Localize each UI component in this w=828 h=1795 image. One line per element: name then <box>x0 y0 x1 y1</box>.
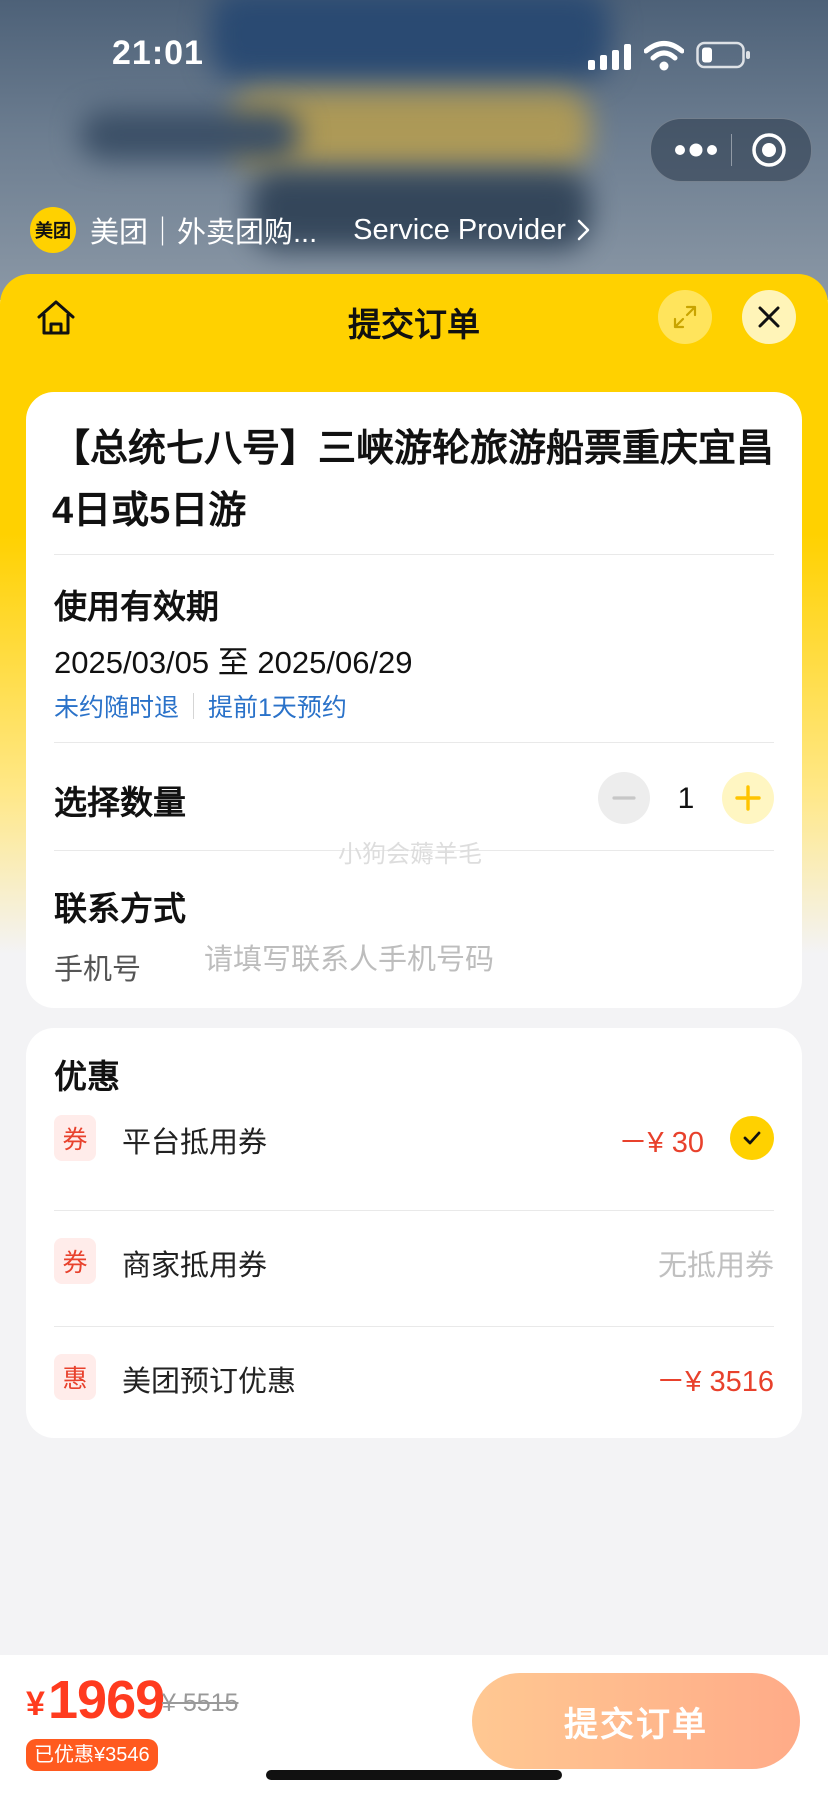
meituan-logo: 美团 <box>30 207 76 253</box>
cellular-signal-icon <box>588 44 631 70</box>
minus-icon <box>612 796 636 800</box>
discount-row-platform-coupon[interactable]: 券 平台抵用券 －¥ 30 <box>26 1086 802 1186</box>
offer-badge: 惠 <box>54 1354 96 1400</box>
discount-label: 平台抵用券 <box>122 1127 268 1159</box>
discount-value: －¥ 30 <box>618 1127 704 1159</box>
discount-label: 美团预订优惠 <box>122 1366 297 1398</box>
check-icon <box>743 1131 761 1145</box>
savings-badge: 已优惠¥3546 <box>26 1739 158 1771</box>
coupon-badge: 券 <box>54 1238 96 1284</box>
currency-symbol: ¥ <box>26 1685 45 1723</box>
status-bar: 21:01 <box>0 0 828 110</box>
chevron-right-icon <box>577 219 590 241</box>
quantity-value: 1 <box>677 782 695 815</box>
more-dots-icon[interactable] <box>667 132 725 168</box>
service-provider-link[interactable]: Service Provider <box>353 214 566 247</box>
expand-button[interactable] <box>658 290 712 344</box>
expand-icon <box>673 305 697 329</box>
provider-name: 美团｜外卖团购... <box>90 217 318 249</box>
original-price: ¥ 5515 <box>162 1689 239 1717</box>
divider <box>54 742 774 743</box>
discount-value: 无抵用券 <box>657 1250 774 1282</box>
sheet-header: 提交订单 <box>0 274 828 384</box>
policy-tags: 未约随时退 提前1天预约 <box>54 688 347 724</box>
quantity-label: 选择数量 <box>54 784 186 821</box>
battery-icon <box>696 41 750 69</box>
background-blur-shape <box>80 110 300 160</box>
status-time: 21:01 <box>112 34 204 72</box>
coupon-selected-check[interactable] <box>730 1116 774 1160</box>
phone-input[interactable] <box>204 936 744 984</box>
contact-label: 联系方式 <box>54 890 186 927</box>
tag-divider <box>193 693 195 719</box>
phone-label: 手机号 <box>54 954 142 986</box>
discounts-card: 优惠 券 平台抵用券 －¥ 30 券 商家抵用券 无抵用券 惠 美团预订优惠 －… <box>26 1028 802 1438</box>
refund-policy-tag[interactable]: 未约随时退 <box>54 688 179 724</box>
plus-icon <box>735 785 761 811</box>
wifi-icon <box>644 41 684 71</box>
close-icon <box>758 306 780 328</box>
discount-label: 商家抵用券 <box>122 1250 268 1282</box>
miniprogram-capsule <box>650 118 812 182</box>
discount-value: －¥ 3516 <box>656 1366 774 1398</box>
discount-row-booking-offer: 惠 美团预订优惠 －¥ 3516 <box>26 1326 802 1426</box>
order-details-card: 【总统七八号】三峡游轮旅游船票重庆宜昌4日或5日游 使用有效期 2025/03/… <box>26 392 802 1008</box>
capsule-divider <box>731 134 732 166</box>
final-price: 1969 <box>48 1670 165 1730</box>
product-title: 【总统七八号】三峡游轮旅游船票重庆宜昌4日或5日游 <box>52 428 775 532</box>
close-sheet-button[interactable] <box>742 290 796 344</box>
booking-policy-tag[interactable]: 提前1天预约 <box>208 688 347 724</box>
divider <box>54 554 774 555</box>
validity-range: 2025/03/05 至 2025/06/29 <box>54 645 413 680</box>
decrease-quantity-button[interactable] <box>598 772 650 824</box>
provider-bar[interactable]: 美团 美团｜外卖团购... Service Provider <box>30 206 592 254</box>
discount-row-merchant-coupon[interactable]: 券 商家抵用券 无抵用券 <box>26 1210 802 1310</box>
miniprogram-close-icon[interactable] <box>749 130 789 170</box>
validity-label: 使用有效期 <box>54 588 219 625</box>
submit-order-button[interactable]: 提交订单 <box>472 1673 800 1769</box>
home-indicator <box>266 1770 562 1780</box>
watermark-text: 小狗会薅羊毛 <box>338 841 482 868</box>
coupon-badge: 券 <box>54 1115 96 1161</box>
increase-quantity-button[interactable] <box>722 772 774 824</box>
